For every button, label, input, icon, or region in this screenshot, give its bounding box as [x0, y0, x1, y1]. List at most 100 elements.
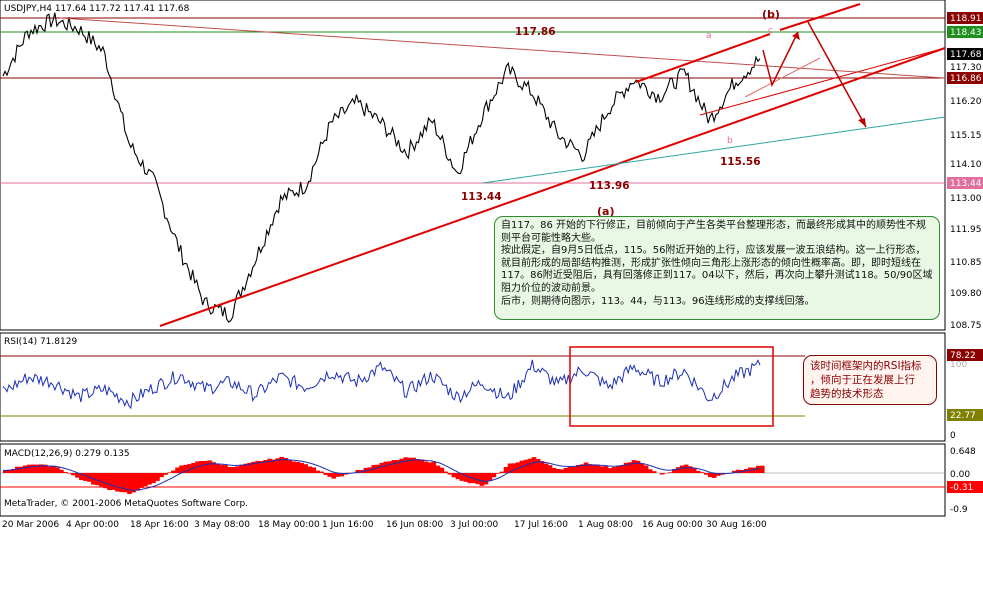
time-tick: 16 Aug 00:00	[642, 520, 703, 530]
macd-bar	[175, 467, 180, 473]
macd-bar	[31, 464, 36, 473]
svg-text:78.22: 78.22	[950, 351, 976, 361]
time-axis: 20 Mar 2006 4 Apr 00:00 18 Apr 16:00 3 M…	[2, 520, 767, 530]
macd-header: MACD(12,26,9) 0.279 0.135	[4, 449, 130, 459]
macd-bar	[752, 467, 757, 473]
rsi-tick-0: 0	[950, 431, 956, 441]
macd-bar	[387, 461, 393, 473]
macd-bar	[567, 467, 573, 473]
macd-bar	[583, 462, 589, 473]
analysis-note: 自117。86 开始的下行修正，目前倾向于产生各类平台整理形态，而最终形成其中的…	[494, 216, 940, 320]
macd-bar	[635, 460, 641, 473]
macd-bar	[163, 473, 168, 475]
macd-bar	[95, 473, 100, 486]
time-tick: 17 Jul 16:00	[514, 520, 568, 530]
macd-bar	[283, 458, 288, 473]
macd-bar	[131, 473, 136, 493]
macd-bar	[415, 459, 421, 473]
macd-bar	[199, 461, 204, 473]
macd-bar	[707, 473, 713, 478]
macd-bar	[603, 466, 609, 473]
price-marker-118-91: 118.91	[947, 12, 983, 24]
macd-bar	[651, 471, 657, 473]
macd-bar	[383, 461, 389, 473]
macd-bar	[47, 466, 52, 473]
macd-bar	[427, 462, 433, 473]
macd-bar	[691, 468, 697, 473]
macd-bar	[439, 467, 445, 473]
time-tick: 1 Jun 16:00	[322, 520, 374, 530]
price-tick: 111.95	[950, 225, 982, 235]
macd-bar	[27, 464, 32, 473]
macd-bar	[607, 468, 613, 473]
macd-bar	[431, 461, 437, 473]
macd-bar	[447, 473, 453, 475]
price-marker-118-43: 118.43	[947, 26, 983, 38]
macd-bar	[391, 460, 397, 473]
time-tick: 30 Aug 16:00	[706, 520, 767, 530]
macd-bar	[295, 461, 300, 473]
time-tick: 3 Jul 00:00	[450, 520, 499, 530]
macd-bar	[319, 471, 324, 473]
price-marker-116-86: 116.86	[947, 72, 983, 84]
macd-bar	[127, 473, 132, 494]
macd-bar	[303, 464, 308, 473]
macd-bar	[207, 460, 212, 473]
macd-bar	[375, 464, 381, 473]
macd-bar	[559, 469, 565, 473]
rsi-note-line: ，倾向于正在发展上行	[810, 374, 915, 386]
macd-bar	[647, 469, 653, 473]
macd-bar	[455, 473, 461, 480]
price-tick: 116.20	[950, 97, 982, 107]
macd-bar	[555, 469, 561, 473]
macd-bar	[315, 470, 320, 473]
svg-text:116.86: 116.86	[950, 74, 982, 84]
macd-bar	[423, 461, 429, 473]
macd-bar	[479, 473, 485, 486]
macd-bar	[99, 473, 104, 487]
macd-bar	[55, 467, 60, 473]
time-tick: 4 Apr 00:00	[66, 520, 119, 530]
macd-bar	[523, 459, 529, 473]
macd-bar	[667, 472, 673, 473]
macd-bar	[403, 457, 409, 473]
macd-bar	[495, 473, 501, 474]
svg-text:22.77: 22.77	[950, 411, 976, 421]
macd-bar	[631, 460, 637, 473]
macd-bar	[475, 473, 481, 485]
macd-bar	[443, 471, 449, 473]
macd-bar	[639, 463, 645, 473]
rsi-marker-22-77: 22.77	[947, 409, 983, 421]
macd-bar	[615, 466, 621, 473]
macd-bar	[703, 473, 709, 475]
price-tick: 109.80	[950, 289, 982, 299]
macd-bar	[527, 458, 533, 473]
svg-text:117.68: 117.68	[950, 50, 982, 60]
macd-bar	[59, 469, 64, 473]
macd-bar	[287, 460, 292, 473]
macd-bar	[291, 461, 296, 473]
macd-bar	[327, 473, 332, 477]
macd-bar	[111, 473, 116, 490]
time-tick: 16 Jun 08:00	[386, 520, 443, 530]
macd-bar	[535, 458, 541, 473]
price-tick: 110.85	[950, 258, 982, 268]
wave-b-small-label: b	[727, 136, 733, 146]
macd-tick-zero: 0.00	[950, 470, 970, 480]
macd-bar	[571, 466, 577, 473]
macd-bar	[171, 470, 176, 473]
macd-bar	[223, 465, 228, 473]
macd-bar	[419, 459, 425, 473]
analysis-paragraph: 自117。86 开始的下行修正，目前倾向于产生各类平台整理形态，而最终形成其中的…	[501, 220, 926, 244]
macd-bar	[659, 473, 665, 475]
macd-bar	[63, 472, 68, 473]
macd-bar	[551, 467, 557, 473]
macd-bar	[435, 465, 441, 473]
rsi-tick-100: 100	[950, 360, 967, 370]
macd-bar	[115, 473, 120, 492]
price-tick: 113.00	[950, 194, 982, 204]
macd-bar	[595, 464, 601, 473]
macd-bar	[239, 464, 244, 473]
macd-bar	[611, 467, 617, 473]
macd-bar	[83, 473, 88, 481]
